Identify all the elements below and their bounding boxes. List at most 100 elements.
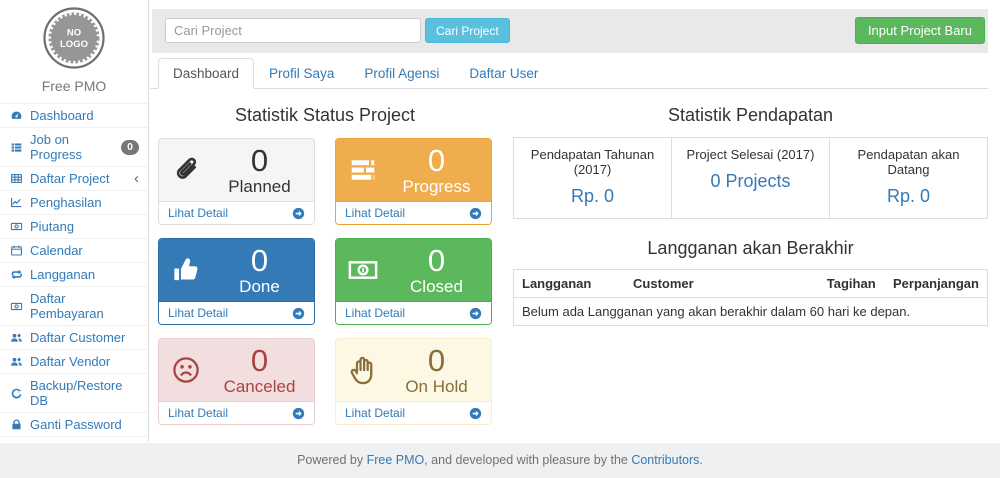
list-icon xyxy=(9,141,24,154)
sidebar: NO LOGO Free PMO Dashboard Job on Progre… xyxy=(0,0,149,442)
search-button[interactable]: Cari Project xyxy=(425,18,510,43)
tab-daftar-user[interactable]: Daftar User xyxy=(454,58,553,89)
status-card-on-hold: 0 On Hold Lihat Detail xyxy=(335,338,492,425)
status-label: Done xyxy=(213,277,306,296)
status-label: Canceled xyxy=(213,377,306,396)
svg-text:LOGO: LOGO xyxy=(60,39,88,50)
empty-message: Belum ada Langganan yang akan berakhir d… xyxy=(514,298,988,326)
tab-profil-saya[interactable]: Profil Saya xyxy=(254,58,349,89)
sidebar-item-label: Daftar Pembayaran xyxy=(30,291,139,321)
income-value: Rp. 0 xyxy=(520,186,665,207)
lihat-detail-link-planned[interactable]: Lihat Detail xyxy=(159,201,314,224)
lock-icon xyxy=(9,418,24,431)
status-card-progress: 0 Progress Lihat Detail xyxy=(335,138,492,225)
arrow-circle-right-icon xyxy=(292,207,305,220)
sidebar-item-daftar-customer[interactable]: Daftar Customer xyxy=(0,325,148,349)
sidebar-menu: Dashboard Job on Progress 0 Daftar Proje… xyxy=(0,103,148,461)
free-pmo-link[interactable]: Free PMO xyxy=(367,453,425,467)
brand-name: Free PMO xyxy=(0,78,148,94)
sidebar-item-job-on-progress[interactable]: Job on Progress 0 xyxy=(0,127,148,166)
money-icon xyxy=(9,220,24,233)
sidebar-item-dashboard[interactable]: Dashboard xyxy=(0,103,148,127)
sidebar-item-label: Daftar Vendor xyxy=(30,354,110,369)
sidebar-item-label: Job on Progress xyxy=(30,132,115,162)
status-count: 0 xyxy=(213,345,306,377)
col-header-tagihan: Tagihan xyxy=(819,270,885,298)
sidebar-item-label: Calendar xyxy=(30,243,83,258)
main-content: Dashboard Profil Saya Profil Agensi Daft… xyxy=(150,55,988,425)
tab-bar: Dashboard Profil Saya Profil Agensi Daft… xyxy=(150,58,988,89)
tab-profil-agensi[interactable]: Profil Agensi xyxy=(349,58,454,89)
sidebar-item-piutang[interactable]: Piutang xyxy=(0,214,148,238)
lihat-detail-link-closed[interactable]: Lihat Detail xyxy=(336,301,491,324)
sidebar-item-label: Piutang xyxy=(30,219,74,234)
income-section-title: Statistik Pendapatan xyxy=(513,105,988,126)
sidebar-item-daftar-project[interactable]: Daftar Project ‹ xyxy=(0,166,148,190)
sidebar-item-penghasilan[interactable]: Penghasilan xyxy=(0,190,148,214)
sidebar-item-backup-restore-db[interactable]: Backup/Restore DB xyxy=(0,373,148,412)
new-project-button[interactable]: Input Project Baru xyxy=(855,17,985,44)
money-icon xyxy=(348,255,390,285)
subscription-table: Langganan Customer Tagihan Perpanjangan … xyxy=(513,269,988,326)
frown-icon xyxy=(171,355,213,385)
refresh-icon xyxy=(9,387,24,400)
sidebar-item-calendar[interactable]: Calendar xyxy=(0,238,148,262)
arrow-circle-right-icon xyxy=(469,207,482,220)
status-section-title: Statistik Status Project xyxy=(158,105,492,126)
sidebar-item-label: Daftar Customer xyxy=(30,330,125,345)
subscription-section-title: Langganan akan Berakhir xyxy=(513,238,988,259)
arrow-circle-right-icon xyxy=(469,407,482,420)
job-count-badge: 0 xyxy=(121,140,139,155)
status-card-canceled: 0 Canceled Lihat Detail xyxy=(158,338,315,425)
lihat-detail-link-canceled[interactable]: Lihat Detail xyxy=(159,401,314,424)
footer: Powered by Free PMO, and developed with … xyxy=(0,443,1000,478)
lihat-detail-link-done[interactable]: Lihat Detail xyxy=(159,301,314,324)
repeat-icon xyxy=(9,268,24,281)
sidebar-item-label: Dashboard xyxy=(30,108,94,123)
status-card-done: 0 Done Lihat Detail xyxy=(158,238,315,325)
svg-text:NO: NO xyxy=(67,28,81,39)
sidebar-item-daftar-pembayaran[interactable]: Daftar Pembayaran xyxy=(0,286,148,325)
topbar: Cari Project Input Project Baru xyxy=(152,9,988,53)
col-header-langganan: Langganan xyxy=(514,270,626,298)
status-card-closed: 0 Closed Lihat Detail xyxy=(335,238,492,325)
arrow-circle-right-icon xyxy=(292,407,305,420)
col-header-customer: Customer xyxy=(625,270,819,298)
logo: NO LOGO Free PMO xyxy=(0,0,148,94)
paperclip-icon xyxy=(171,155,213,186)
calendar-icon xyxy=(9,244,24,257)
no-logo-badge: NO LOGO xyxy=(43,7,105,69)
chevron-left-icon: ‹ xyxy=(134,173,139,185)
sidebar-item-label: Penghasilan xyxy=(30,195,102,210)
status-count: 0 xyxy=(390,245,483,277)
status-count: 0 xyxy=(390,345,483,377)
status-label: Planned xyxy=(213,177,306,196)
status-count: 0 xyxy=(213,145,306,177)
users-icon xyxy=(9,355,24,368)
status-count: 0 xyxy=(213,245,306,277)
sidebar-item-daftar-vendor[interactable]: Daftar Vendor xyxy=(0,349,148,373)
lihat-detail-link-progress[interactable]: Lihat Detail xyxy=(336,201,491,224)
hand-icon xyxy=(348,355,390,385)
tab-dashboard[interactable]: Dashboard xyxy=(158,58,254,89)
lihat-detail-link-on-hold[interactable]: Lihat Detail xyxy=(336,401,491,424)
search-input[interactable] xyxy=(165,18,421,43)
income-col-selesai: Project Selesai (2017) 0 Projects xyxy=(671,138,829,218)
contributors-link[interactable]: Contributors xyxy=(631,453,699,467)
sidebar-item-ganti-password[interactable]: Ganti Password xyxy=(0,412,148,436)
sidebar-item-label: Langganan xyxy=(30,267,95,282)
status-label: Progress xyxy=(390,177,483,196)
users-icon xyxy=(9,331,24,344)
sidebar-item-label: Backup/Restore DB xyxy=(30,378,139,408)
income-section: Statistik Pendapatan Pendapatan Tahunan … xyxy=(513,89,988,425)
line-chart-icon xyxy=(9,196,24,209)
tasks-icon xyxy=(348,155,390,185)
status-card-planned: 0 Planned Lihat Detail xyxy=(158,138,315,225)
sidebar-item-label: Ganti Password xyxy=(30,417,122,432)
money-icon xyxy=(9,300,24,313)
status-label: Closed xyxy=(390,277,483,296)
sidebar-item-langganan[interactable]: Langganan xyxy=(0,262,148,286)
income-value: 0 Projects xyxy=(678,171,823,192)
arrow-circle-right-icon xyxy=(469,307,482,320)
status-count: 0 xyxy=(390,145,483,177)
